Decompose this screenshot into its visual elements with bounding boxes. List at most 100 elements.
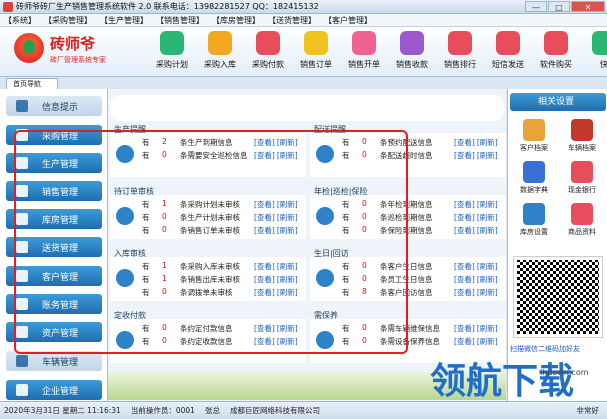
wechat-qr-code (513, 256, 603, 338)
status-company: 成都巨匠网络科技有限公司 (229, 406, 320, 415)
toolbar-button-2[interactable]: 采购付款 (246, 31, 290, 75)
related-setting-label: 车辆档案 (568, 144, 596, 152)
toolbar: 砖师爷 砖厂管理系统专家 采购计划 采购入库 采购付款 销售订单 销售开单 销售收款 销售排… (0, 27, 607, 77)
view-link[interactable]: [查看] (454, 274, 475, 284)
toolbar-button-label: 软件购买 (540, 60, 572, 69)
highlight-outline (14, 130, 408, 354)
toolbar-button-label: 采购付款 (252, 60, 284, 69)
toolbar-button-label: 采购计划 (156, 60, 188, 69)
refresh-link[interactable]: [刷新] (477, 199, 498, 209)
menu-purchase[interactable]: 【采购管理】 (44, 15, 92, 26)
view-link[interactable]: [查看] (454, 323, 475, 333)
close-button[interactable]: ✕ (571, 1, 605, 12)
refresh-link[interactable]: [刷新] (477, 137, 498, 147)
refresh-link[interactable]: [刷新] (477, 274, 498, 284)
toolbar-button-4[interactable]: 销售开单 (342, 31, 386, 75)
menu-production[interactable]: 【生产管理】 (100, 15, 148, 26)
u-icon (352, 31, 376, 55)
sidebar-item-label: 车辆管理 (42, 357, 79, 368)
goods-icon (571, 203, 593, 225)
logo-icon (14, 33, 44, 63)
window-controls: — □ ✕ (525, 1, 605, 12)
view-link[interactable]: [查看] (454, 199, 475, 209)
toolbar-button-label: 快 (600, 60, 607, 69)
menu-bar: 【系统】 【采购管理】 【生产管理】 【销售管理】 【库房管理】 【送货管理】 … (0, 14, 607, 27)
related-setting-2[interactable]: 数据字典 (512, 161, 556, 195)
toolbar-button-8[interactable]: 软件购买 (534, 31, 578, 75)
related-setting-5[interactable]: 商品资料 (560, 203, 604, 237)
sidebar-item-10[interactable]: 企业管理 (6, 380, 102, 400)
watermark-text: 领航下载 (430, 360, 575, 402)
signal-icon (496, 31, 520, 55)
related-setting-0[interactable]: 客户档案 (512, 119, 556, 153)
view-link[interactable]: [查看] (454, 336, 475, 346)
related-setting-3[interactable]: 现金银行 (560, 161, 604, 195)
toolbar-button-label: 销售排行 (444, 60, 476, 69)
eye-icon (523, 203, 545, 225)
sidebar-item-9[interactable]: 车辆管理 (6, 351, 102, 371)
toolbar-button-6[interactable]: 销售排行 (438, 31, 482, 75)
more-icon (592, 31, 607, 55)
view-link[interactable]: [查看] (454, 261, 475, 271)
truck-icon (571, 119, 593, 141)
related-settings-header: 相关设置 (510, 93, 606, 111)
box-icon (160, 31, 184, 55)
play-icon (400, 31, 424, 55)
toolbar-button-5[interactable]: 销售收款 (390, 31, 434, 75)
menu-delivery[interactable]: 【送货管理】 (268, 15, 316, 26)
toolbar-button-label: 销售收款 (396, 60, 428, 69)
toolbar-button-label: 采购入库 (204, 60, 236, 69)
related-setting-1[interactable]: 车辆档案 (560, 119, 604, 153)
refresh-link[interactable]: [刷新] (477, 225, 498, 235)
view-link[interactable]: [查看] (454, 150, 475, 160)
tab-row: 首页导航 (0, 78, 607, 89)
toolbar-button-label: 销售订单 (300, 60, 332, 69)
people-icon (523, 119, 545, 141)
refresh-link[interactable]: [刷新] (477, 323, 498, 333)
status-operator: 当前操作员：0001 (130, 406, 195, 415)
refresh-link[interactable]: [刷新] (477, 212, 498, 222)
view-link[interactable]: [查看] (454, 225, 475, 235)
menu-customer[interactable]: 【客户管理】 (324, 15, 372, 26)
minimize-button[interactable]: — (525, 1, 547, 12)
toolbar-button-label: 短信发送 (492, 60, 524, 69)
watermark-url: lhdown.com (540, 368, 589, 377)
menu-system[interactable]: 【系统】 (4, 15, 36, 26)
toolbar-button-0[interactable]: 采购计划 (150, 31, 194, 75)
menu-sales[interactable]: 【销售管理】 (156, 15, 204, 26)
maximize-button[interactable]: □ (548, 1, 570, 12)
refresh-link[interactable]: [刷新] (477, 261, 498, 271)
sidebar-item-icon (16, 100, 28, 112)
related-setting-4[interactable]: 库房设置 (512, 203, 556, 237)
banner (110, 95, 504, 121)
toolbar-button-3[interactable]: 销售订单 (294, 31, 338, 75)
sidebar-item-label: 信息提示 (42, 102, 79, 113)
tab-home-nav[interactable]: 首页导航 (6, 78, 58, 89)
window-title: 砖师爷砖厂生产销售管理系统软件 2.0 联系电话：13982281527 QQ：… (16, 2, 319, 11)
refresh-link[interactable]: [刷新] (477, 336, 498, 346)
toolbar-button-9[interactable]: 快 (582, 31, 607, 75)
logo-subtitle: 砖厂管理系统专家 (50, 56, 106, 64)
pin-icon (208, 31, 232, 55)
refresh-link[interactable]: [刷新] (477, 150, 498, 160)
status-right: 非常好 (576, 406, 600, 415)
view-link[interactable]: [查看] (454, 212, 475, 222)
view-link[interactable]: [查看] (454, 137, 475, 147)
sidebar-item-label: 企业管理 (42, 386, 79, 397)
sidebar-item-icon (16, 355, 28, 367)
status-date: 2020年3月31日 星期二 11:16:31 (4, 406, 121, 415)
toolbar-button-label: 销售开单 (348, 60, 380, 69)
view-link[interactable]: [查看] (454, 287, 475, 297)
status-name: 张总 (204, 406, 220, 415)
related-setting-label: 商品资料 (568, 228, 596, 236)
related-setting-label: 数据字典 (520, 186, 548, 194)
logo-title: 砖师爷 (50, 35, 96, 53)
toolbar-button-7[interactable]: 短信发送 (486, 31, 530, 75)
toolbar-button-1[interactable]: 采购入库 (198, 31, 242, 75)
menu-warehouse[interactable]: 【库房管理】 (212, 15, 260, 26)
refresh-link[interactable]: [刷新] (477, 287, 498, 297)
bars-icon (448, 31, 472, 55)
related-setting-label: 库房设置 (520, 228, 548, 236)
related-setting-label: 现金银行 (568, 186, 596, 194)
sidebar-item-0[interactable]: 信息提示 (6, 96, 102, 116)
